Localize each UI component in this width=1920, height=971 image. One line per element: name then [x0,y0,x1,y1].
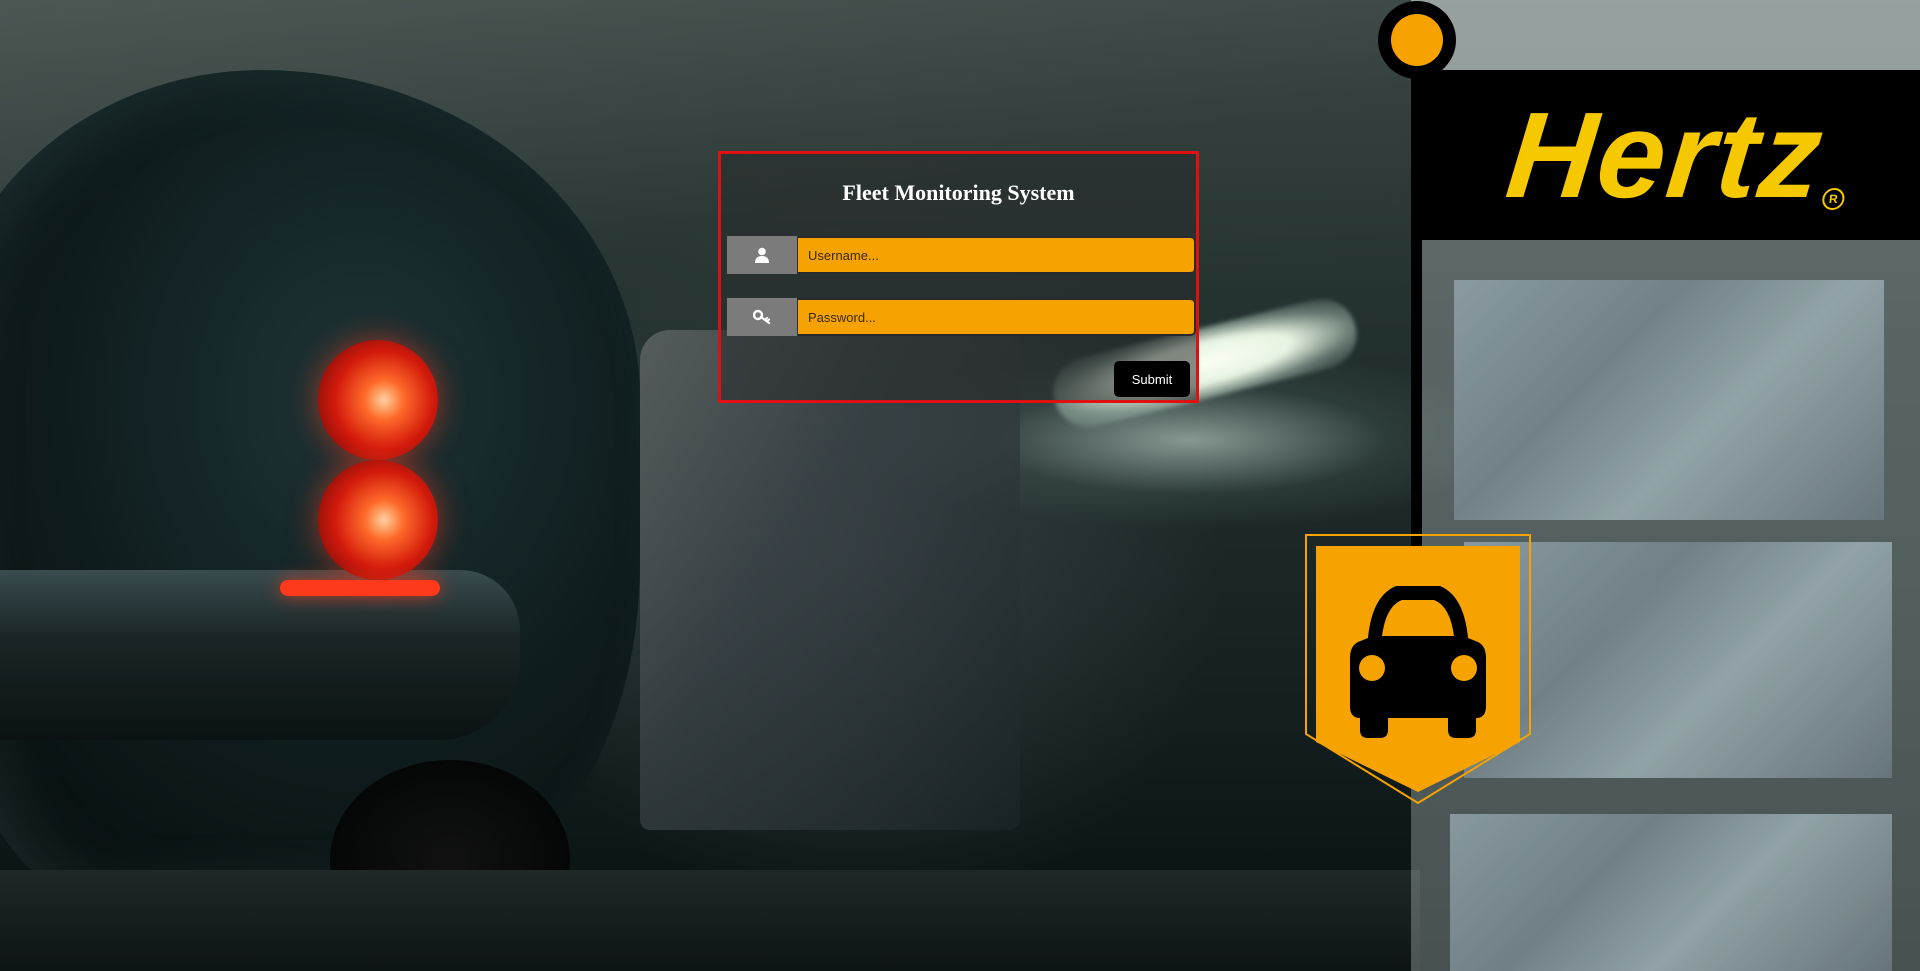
taillight-lower [318,460,438,580]
password-input[interactable] [798,298,1196,336]
side-panel-top-strip [1411,0,1920,70]
password-row [727,298,1196,336]
submit-button[interactable]: Submit [1114,361,1190,397]
login-page: Hertz R Fleet Monitoring System Username… [0,0,1920,971]
taillight-upper [318,340,438,460]
login-title: Fleet Monitoring System [842,180,1075,205]
decor-circle-dot [1391,14,1443,66]
open-car-door [640,330,1020,830]
classic-car [0,70,640,890]
brand-logo: Hertz R [1501,87,1846,223]
username-row [727,236,1196,274]
car-bumper [0,570,520,740]
key-icon [727,298,797,336]
brand-logo-box: Hertz R [1411,70,1920,240]
mechanic-photo-underbody [1450,814,1892,971]
login-panel: Fleet Monitoring System Submit [718,151,1199,403]
username-input[interactable] [798,236,1196,274]
garage-floor [0,870,1420,971]
car-badge [1316,546,1520,792]
user-icon [727,236,797,274]
brake-light-strip [280,580,440,596]
registered-mark: R [1821,188,1846,210]
mechanic-photo-wrench [1454,280,1884,520]
brand-logo-text: Hertz [1500,87,1831,223]
